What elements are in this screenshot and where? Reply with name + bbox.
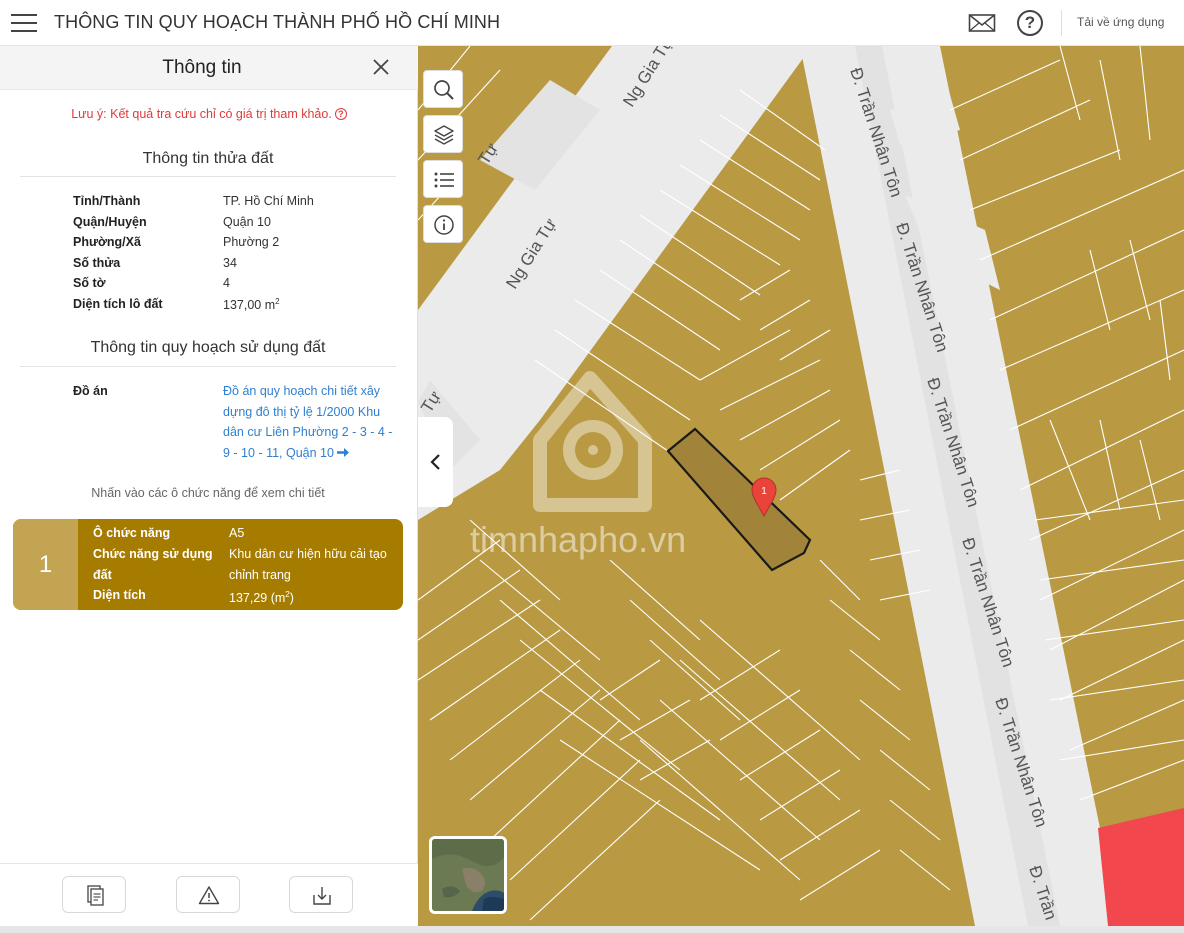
panel-footer [0, 863, 418, 926]
map-search-button[interactable] [423, 70, 463, 108]
row-label: Diện tích [93, 588, 146, 602]
header-divider [1061, 10, 1062, 36]
mail-icon[interactable] [968, 12, 996, 34]
disclaimer-note: Lưu ý: Kết quả tra cứu chỉ có giá trị th… [0, 107, 418, 121]
function-cell-number: 1 [13, 519, 78, 610]
other-zone [1098, 808, 1184, 926]
help-icon[interactable]: ? [1017, 10, 1043, 36]
area-close-paren: ) [289, 591, 294, 606]
plan-link-text[interactable]: Đồ án quy hoạch chi tiết xây dựng đô thị… [223, 384, 392, 460]
arrow-right-icon[interactable] [336, 447, 349, 458]
parcel-section-title: Thông tin thửa đất [142, 150, 274, 167]
info-panel: Thông tin Lưu ý: Kết quả tra cứu chỉ có … [0, 46, 418, 926]
map-info-button[interactable] [423, 205, 463, 243]
export-document-button[interactable] [62, 876, 126, 913]
row-value: Khu dân cư hiện hữu cải tạo chỉnh trang [229, 547, 387, 582]
function-hint: Nhấn vào các ô chức năng để xem chi tiết [91, 486, 325, 500]
section-divider [20, 366, 396, 367]
panel-header: Thông tin [0, 46, 418, 90]
area-unit-sup: 2 [275, 297, 280, 306]
plan-label: Đồ án [73, 384, 108, 398]
question-icon[interactable]: ? [334, 108, 347, 120]
planning-section-title: Thông tin quy hoạch sử dụng đất [90, 339, 326, 356]
map-layers-button[interactable] [423, 115, 463, 153]
row-value: A5 [229, 526, 245, 540]
report-issue-button[interactable] [176, 876, 240, 913]
row-label: Quận/Huyện [73, 215, 147, 229]
warning-icon [198, 886, 220, 905]
bottom-scrollbar[interactable] [0, 926, 1184, 933]
row-value: 4 [223, 276, 230, 290]
satellite-basemap-toggle[interactable] [429, 836, 507, 914]
watermark-text: timnhapho.vn [470, 519, 686, 560]
function-cell-card[interactable]: 1 Ô chức năng A5 Chức năng sử dụng đất K… [13, 519, 403, 610]
map-legend-button[interactable] [423, 160, 463, 198]
row-label: Số thửa [73, 256, 121, 270]
row-value: 137,29 (m2) [229, 585, 399, 609]
disclaimer-text: Lưu ý: Kết quả tra cứu chỉ có giá trị th… [71, 107, 332, 121]
row-value: Phường 2 [223, 235, 280, 249]
row-label: Ô chức năng [93, 526, 171, 540]
marker-label: 1 [761, 486, 767, 497]
menu-icon[interactable] [11, 12, 37, 34]
layers-icon [434, 125, 454, 145]
row-value: TP. Hồ Chí Minh [223, 194, 314, 208]
planning-map[interactable]: timnhapho.vn Ng Gia Tự Ng Gia Tự Tự Tự Đ… [418, 46, 1184, 926]
row-label: Chức năng sử dụng đất [93, 547, 213, 582]
panel-title: Thông tin [162, 57, 242, 78]
download-button[interactable] [289, 876, 353, 913]
section-divider [20, 176, 396, 177]
area-number: 137,00 m [223, 298, 276, 313]
app-title: THÔNG TIN QUY HOẠCH THÀNH PHỐ HỒ CHÍ MIN… [54, 12, 501, 32]
row-value: 34 [223, 256, 237, 270]
row-value: Quận 10 [223, 215, 271, 229]
satellite-thumbnail [432, 839, 504, 911]
collapse-panel-button[interactable] [418, 417, 453, 507]
row-label: Tỉnh/Thành [73, 194, 141, 208]
chevron-left-icon [430, 454, 440, 470]
document-icon [87, 885, 104, 906]
info-icon [434, 215, 454, 235]
row-label: Diện tích lô đất [73, 297, 163, 311]
list-icon [434, 172, 454, 188]
area-number: 137,29 (m [229, 591, 286, 606]
search-icon [434, 80, 454, 100]
plan-link[interactable]: Đồ án quy hoạch chi tiết xây dựng đô thị… [223, 381, 395, 463]
close-icon[interactable] [371, 57, 391, 77]
map-canvas[interactable]: timnhapho.vn Ng Gia Tự Ng Gia Tự Tự Tự Đ… [418, 46, 1184, 926]
top-header: THÔNG TIN QUY HOẠCH THÀNH PHỐ HỒ CHÍ MIN… [0, 0, 1184, 46]
row-value: 137,00 m2 [223, 297, 280, 312]
download-app-link[interactable]: Tải về ứng dụng [1077, 15, 1164, 29]
row-label: Phường/Xã [73, 235, 141, 249]
download-icon [313, 887, 331, 905]
row-label: Số tờ [73, 276, 106, 290]
